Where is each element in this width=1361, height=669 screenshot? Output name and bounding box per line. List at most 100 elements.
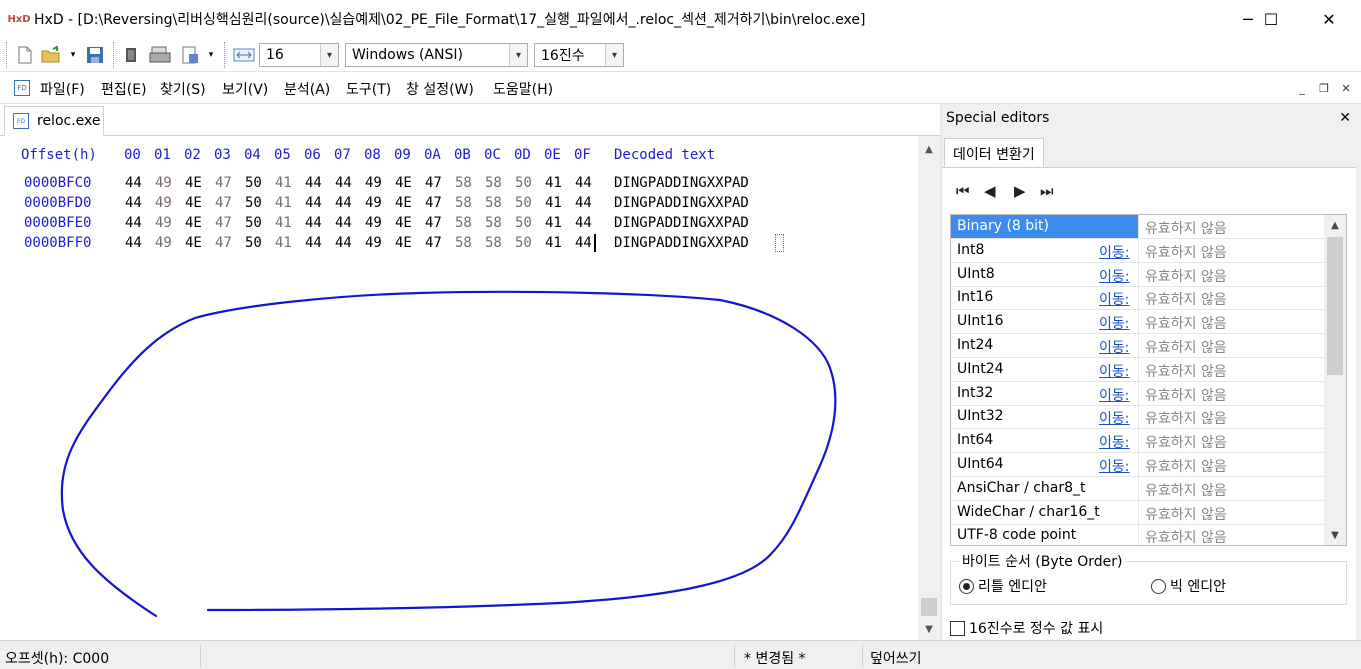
hex-byte[interactable]: 49 (155, 215, 172, 231)
data-type-value[interactable]: 유효하지 않음 (1138, 262, 1324, 286)
hex-byte[interactable]: 47 (425, 175, 442, 191)
data-type-value[interactable]: 유효하지 않음 (1138, 381, 1324, 405)
hex-byte[interactable]: 44 (125, 215, 142, 231)
hex-byte[interactable]: 50 (515, 195, 532, 211)
hex-editor-view[interactable]: Offset(h) 00 01 02 03 04 05 06 07 08 09 0A 0B 0C 0D 0E… (0, 136, 918, 640)
menu-analysis[interactable]: 분석(A) (284, 79, 330, 99)
data-inspector-row[interactable]: Int64 이동: 유효하지 않음 (951, 429, 1324, 454)
number-base-select[interactable]: 16진수 ▾ (534, 43, 624, 67)
scroll-down-icon[interactable]: ▼ (918, 620, 940, 638)
data-type-value[interactable]: 유효하지 않음 (1138, 500, 1324, 524)
hex-byte[interactable]: 44 (335, 235, 352, 251)
tab-data-inspector[interactable]: 데이터 변환기 (944, 138, 1044, 168)
decoded-text[interactable]: DINGPADDINGXXPAD (614, 235, 749, 251)
open-file-icon[interactable] (40, 44, 64, 66)
hex-byte[interactable]: 44 (125, 175, 142, 191)
data-inspector-row[interactable]: Int32 이동: 유효하지 않음 (951, 381, 1324, 406)
export-icon[interactable] (120, 44, 142, 66)
hex-byte[interactable]: 50 (245, 215, 262, 231)
hex-byte[interactable]: 58 (485, 175, 502, 191)
data-inspector-row[interactable]: Int16 이동: 유효하지 않음 (951, 286, 1324, 311)
hex-byte[interactable]: 50 (245, 175, 262, 191)
goto-link[interactable]: 이동: (1099, 408, 1129, 428)
hex-byte[interactable]: 41 (275, 195, 292, 211)
hex-byte[interactable]: 44 (335, 175, 352, 191)
hex-byte[interactable]: 50 (245, 195, 262, 211)
chevron-down-icon[interactable]: ▾ (320, 44, 338, 66)
hex-byte[interactable]: 4E (395, 195, 412, 211)
big-endian-radio[interactable]: 빅 엔디안 (1151, 576, 1226, 596)
data-inspector-row[interactable]: UTF-8 code point 유효하지 않음 (951, 524, 1324, 545)
data-type-value[interactable]: 유효하지 않음 (1138, 334, 1324, 357)
hex-byte[interactable]: 44 (575, 195, 592, 211)
new-file-icon[interactable] (14, 44, 36, 66)
data-inspector-row[interactable]: UInt16 이동: 유효하지 않음 (951, 310, 1324, 335)
chevron-down-icon[interactable]: ▾ (509, 44, 527, 66)
data-type-value[interactable]: 유효하지 않음 (1138, 429, 1324, 453)
hex-byte[interactable]: 4E (395, 235, 412, 251)
hex-byte[interactable]: 4E (395, 215, 412, 231)
close-button[interactable]: ✕ (1306, 0, 1352, 38)
hex-byte[interactable]: 4E (185, 215, 202, 231)
menu-window[interactable]: 창 설정(W) (406, 79, 474, 99)
goto-link[interactable]: 이동: (1099, 456, 1129, 476)
data-inspector-row[interactable]: AnsiChar / char8_t 유효하지 않음 (951, 476, 1324, 501)
properties-dropdown-arrow-icon[interactable]: ▾ (204, 44, 218, 66)
hex-byte[interactable]: 50 (515, 175, 532, 191)
hex-byte[interactable]: 47 (215, 215, 232, 231)
previous-icon[interactable]: ◀ (984, 182, 996, 200)
hex-byte[interactable]: 4E (185, 195, 202, 211)
hex-byte[interactable]: 41 (545, 215, 562, 231)
goto-link[interactable]: 이동: (1099, 337, 1129, 357)
hex-vertical-scrollbar[interactable]: ▲ ▼ (918, 136, 940, 640)
data-inspector-row[interactable]: UInt8 이동: 유효하지 않음 (951, 262, 1324, 287)
next-icon[interactable]: ▶ (1014, 182, 1026, 200)
goto-link[interactable]: 이동: (1099, 432, 1129, 452)
document-restore-button[interactable]: ❐ (1316, 80, 1332, 96)
hex-byte[interactable]: 50 (515, 235, 532, 251)
hex-byte[interactable]: 58 (455, 195, 472, 211)
hex-byte[interactable]: 49 (155, 175, 172, 191)
close-icon[interactable]: ✕ (1339, 110, 1351, 126)
hex-byte[interactable]: 49 (155, 195, 172, 211)
goto-link[interactable]: 이동: (1099, 385, 1129, 405)
data-type-value[interactable]: 유효하지 않음 (1138, 524, 1324, 545)
goto-link[interactable]: 이동: (1099, 242, 1129, 262)
hex-byte[interactable]: 41 (275, 215, 292, 231)
print-icon[interactable] (148, 44, 172, 66)
hex-byte[interactable]: 58 (455, 215, 472, 231)
scrollbar-thumb[interactable] (1327, 237, 1343, 375)
menu-file[interactable]: 파일(F) (40, 79, 85, 99)
hex-byte[interactable]: 58 (455, 175, 472, 191)
data-type-value[interactable]: 유효하지 않음 (1138, 476, 1324, 500)
hex-byte[interactable]: 44 (305, 175, 322, 191)
hex-byte[interactable]: 44 (125, 235, 142, 251)
hex-byte[interactable]: 4E (395, 175, 412, 191)
hex-byte[interactable]: 50 (245, 235, 262, 251)
encoding-select[interactable]: Windows (ANSI) ▾ (345, 43, 528, 67)
maximize-button[interactable]: ☐ (1248, 0, 1294, 38)
hex-byte[interactable]: 4E (185, 235, 202, 251)
hex-integer-checkbox[interactable]: 16진수로 정수 값 표시 (950, 618, 1103, 638)
document-minimize-button[interactable]: _ (1294, 80, 1310, 96)
hex-byte[interactable]: 44 (335, 195, 352, 211)
hex-byte[interactable]: 44 (305, 215, 322, 231)
data-inspector-row[interactable]: Binary (8 bit) 유효하지 않음 (951, 215, 1324, 239)
menu-search[interactable]: 찾기(S) (160, 79, 206, 99)
menu-edit[interactable]: 편집(E) (101, 79, 147, 99)
hex-byte[interactable]: 49 (365, 175, 382, 191)
hex-byte[interactable]: 44 (305, 235, 322, 251)
hex-byte[interactable]: 44 (335, 215, 352, 231)
goto-link[interactable]: 이동: (1099, 361, 1129, 381)
last-icon[interactable]: ⏭ (1040, 182, 1054, 200)
open-dropdown-arrow-icon[interactable]: ▾ (66, 44, 80, 66)
data-inspector-row[interactable]: UInt24 이동: 유효하지 않음 (951, 357, 1324, 382)
hex-byte[interactable]: 49 (365, 195, 382, 211)
decoded-text[interactable]: DINGPADDINGXXPAD (614, 195, 749, 211)
hex-byte[interactable]: 4E (185, 175, 202, 191)
data-type-value[interactable]: 유효하지 않음 (1138, 357, 1324, 381)
data-type-value[interactable]: 유효하지 않음 (1138, 310, 1324, 334)
goto-link[interactable]: 이동: (1099, 266, 1129, 286)
first-icon[interactable]: ⏮ (956, 182, 970, 200)
data-type-value[interactable]: 유효하지 않음 (1138, 286, 1324, 310)
